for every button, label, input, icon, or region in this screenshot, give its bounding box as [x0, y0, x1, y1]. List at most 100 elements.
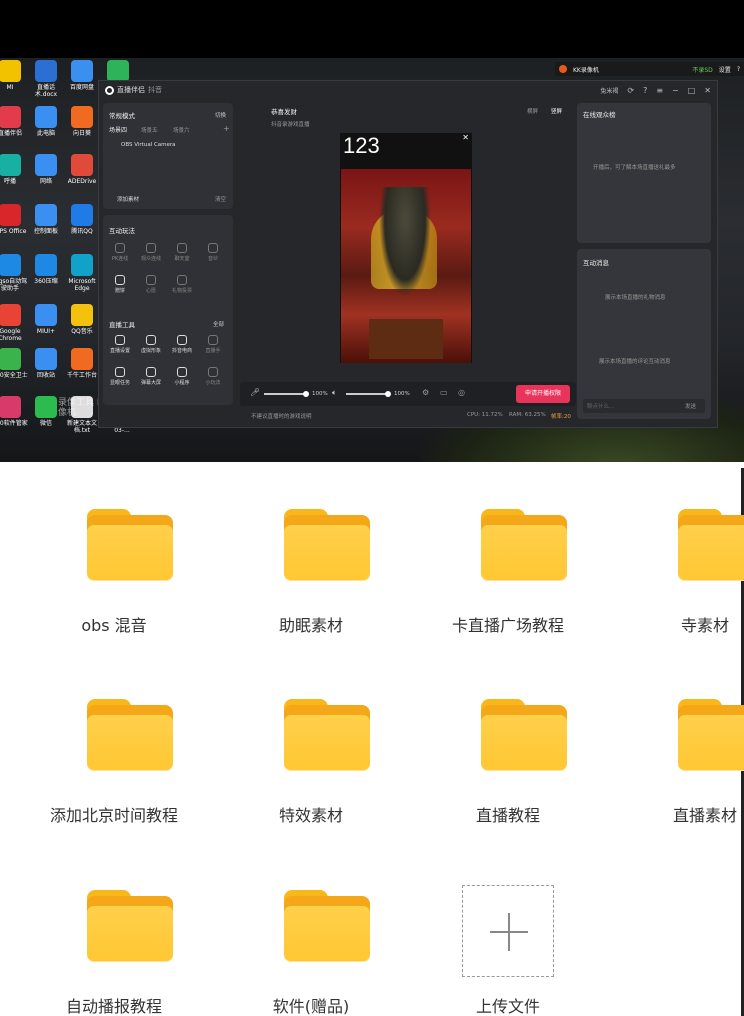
- folder-label: 自动播报教程: [65, 997, 162, 1016]
- desktop-icon[interactable]: QQ音乐: [62, 304, 102, 335]
- menu-icon[interactable]: ≡: [656, 86, 663, 95]
- audience-empty: 开播后，可了解本场直播送礼最多: [593, 165, 676, 171]
- desktop-icon[interactable]: MIUI+: [26, 304, 66, 335]
- live-tool-item[interactable]: 弹幕大屏: [140, 367, 162, 386]
- preview-close-icon[interactable]: ✕: [462, 133, 469, 142]
- interact-tool-item[interactable]: 赠饼: [109, 275, 131, 294]
- desktop-icon[interactable]: 腾讯QQ: [62, 204, 102, 235]
- interact-tool-icon: [208, 243, 218, 253]
- speaker-volume-slider[interactable]: [346, 391, 391, 397]
- message-input[interactable]: 聊点什么... 发送: [583, 399, 705, 413]
- desktop-icon[interactable]: 向日葵: [62, 106, 102, 137]
- live-tool-item[interactable]: 显眼任务: [109, 367, 131, 386]
- interact-tool-item[interactable]: 心愿: [140, 275, 162, 294]
- clear-button[interactable]: 清空: [215, 195, 226, 203]
- interact-tool-item[interactable]: 音伙: [202, 243, 224, 262]
- add-source-button[interactable]: 添加素材: [117, 195, 139, 203]
- folder-item[interactable]: 特效素材: [213, 652, 409, 842]
- desktop-icon[interactable]: 千牛工作台: [62, 348, 102, 379]
- folder-item[interactable]: 寺素材: [607, 462, 744, 652]
- interact-tool-item[interactable]: 聊天室: [171, 243, 193, 262]
- camera-icon[interactable]: ▭: [440, 388, 448, 397]
- send-button[interactable]: 发送: [685, 402, 696, 410]
- folder-front: [481, 715, 567, 771]
- scene-tab-3[interactable]: 场景六: [173, 126, 190, 134]
- interact-tool-label: 观众连线: [140, 256, 161, 262]
- live-tool-item[interactable]: 抖音电商: [171, 335, 193, 354]
- desktop-icon[interactable]: 直播话术.docx: [26, 60, 66, 98]
- live-preview[interactable]: 123 ✕: [340, 133, 472, 363]
- live-tool-item[interactable]: 小程序: [171, 367, 193, 386]
- folder-item[interactable]: 直播教程: [410, 652, 606, 842]
- live-tool-item[interactable]: 虚拟形象: [140, 335, 162, 354]
- desktop-icon[interactable]: 回收站: [26, 348, 66, 379]
- ram-usage: RAM: 63.25%: [509, 412, 546, 418]
- live-tools-all[interactable]: 全部: [213, 320, 224, 328]
- close-icon[interactable]: ✕: [704, 86, 711, 95]
- folder-icon: [284, 509, 370, 581]
- folder-icon: [678, 509, 744, 581]
- stream-title[interactable]: 恭喜发财: [271, 106, 297, 116]
- help-icon[interactable]: ?: [643, 86, 647, 95]
- folder-item[interactable]: 助眠素材: [213, 462, 409, 652]
- desktop-icon[interactable]: Microsoft Edge: [62, 254, 102, 292]
- stream-subtitle: 抖音录游戏直播: [271, 122, 310, 128]
- live-tool-item[interactable]: 直播设置: [109, 335, 131, 354]
- interact-title: 互动玩法: [109, 227, 135, 235]
- audience-title: 在线观众榜: [583, 111, 616, 119]
- folder-label: 直播教程: [475, 806, 540, 825]
- tab-landscape[interactable]: 横屏: [527, 107, 538, 115]
- desktop-icon-label: QQ音乐: [71, 328, 93, 335]
- folder-item[interactable]: 自动播报教程: [16, 843, 212, 1016]
- mic-volume-knob[interactable]: [303, 391, 309, 397]
- interact-tool-item[interactable]: 礼物投票: [171, 275, 193, 294]
- live-tool-icon: [177, 335, 187, 345]
- minimize-icon[interactable]: −: [672, 86, 679, 95]
- desktop-icon[interactable]: 360压缩: [26, 254, 66, 285]
- maximize-icon[interactable]: □: [688, 86, 696, 95]
- desktop-icon[interactable]: 控制面板: [26, 204, 66, 235]
- desktop-icon[interactable]: 此电脑: [26, 106, 66, 137]
- scene-tab-1[interactable]: 场景四: [109, 125, 127, 134]
- tab-portrait[interactable]: 竖屏: [551, 107, 562, 115]
- kk-logo-icon: [559, 65, 567, 73]
- messages-comment: 展示本场直播的评论互动消息: [599, 359, 671, 365]
- mode-label[interactable]: 常规模式: [109, 110, 135, 120]
- screenshot-region: MI直播话术.docx百度网盘直播伴侣此电脑向日葵呼播网络ADEDriveWPS…: [0, 0, 744, 462]
- add-scene-icon[interactable]: +: [223, 124, 230, 133]
- live-tool-item[interactable]: 直播手: [202, 335, 224, 354]
- record-icon[interactable]: ◎: [458, 388, 465, 397]
- folder-item[interactable]: 软件(赠品): [213, 843, 409, 1016]
- scene-tab-2[interactable]: 场景五: [141, 126, 158, 134]
- folder-item[interactable]: 卡直播广场教程: [410, 462, 606, 652]
- interact-tool-item[interactable]: 观众连线: [140, 243, 162, 262]
- kk-help[interactable]: ?: [737, 66, 740, 73]
- settings-icon[interactable]: ⚙: [422, 388, 429, 397]
- speaker-icon[interactable]: 🔈︎: [332, 388, 337, 398]
- folder-item[interactable]: 直播素材: [607, 652, 744, 842]
- live-tool-icon: [208, 367, 218, 377]
- desktop-icon-label: 腾讯QQ: [71, 228, 93, 235]
- desktop-icon[interactable]: ADEDrive: [62, 154, 102, 185]
- live-tool-item[interactable]: 小玩法: [202, 367, 224, 386]
- folder-item[interactable]: 添加北京时间教程: [16, 652, 212, 842]
- desktop-icon-label: 向日葵: [72, 130, 91, 137]
- switch-mode[interactable]: 切换: [215, 111, 226, 119]
- refresh-icon[interactable]: ⟳: [627, 86, 634, 95]
- kk-settings[interactable]: 设置: [719, 65, 731, 74]
- desktop-icon-label: 微信: [39, 420, 52, 427]
- folder-icon: [481, 509, 567, 581]
- user-name[interactable]: 兔米褐: [600, 86, 618, 95]
- desktop-icon[interactable]: 网络: [26, 154, 66, 185]
- desktop-icon[interactable]: 百度网盘: [62, 60, 102, 91]
- source-item[interactable]: OBS Virtual Camera: [121, 142, 176, 148]
- kk-rec-status[interactable]: 不录SD: [692, 65, 712, 74]
- go-live-button[interactable]: 申请开播权限: [516, 385, 570, 403]
- interact-tool-item[interactable]: PK连线: [109, 243, 131, 262]
- app-titlebar: 直播伴侣 抖音 兔米褐 ⟳ ? ≡ − □ ✕: [99, 81, 717, 99]
- upload-file-button[interactable]: [462, 885, 554, 977]
- speaker-volume-knob[interactable]: [385, 391, 391, 397]
- folder-item[interactable]: obs 混音: [16, 462, 212, 652]
- mic-icon[interactable]: 🎤︎: [250, 388, 260, 397]
- mic-volume-slider[interactable]: [264, 391, 309, 397]
